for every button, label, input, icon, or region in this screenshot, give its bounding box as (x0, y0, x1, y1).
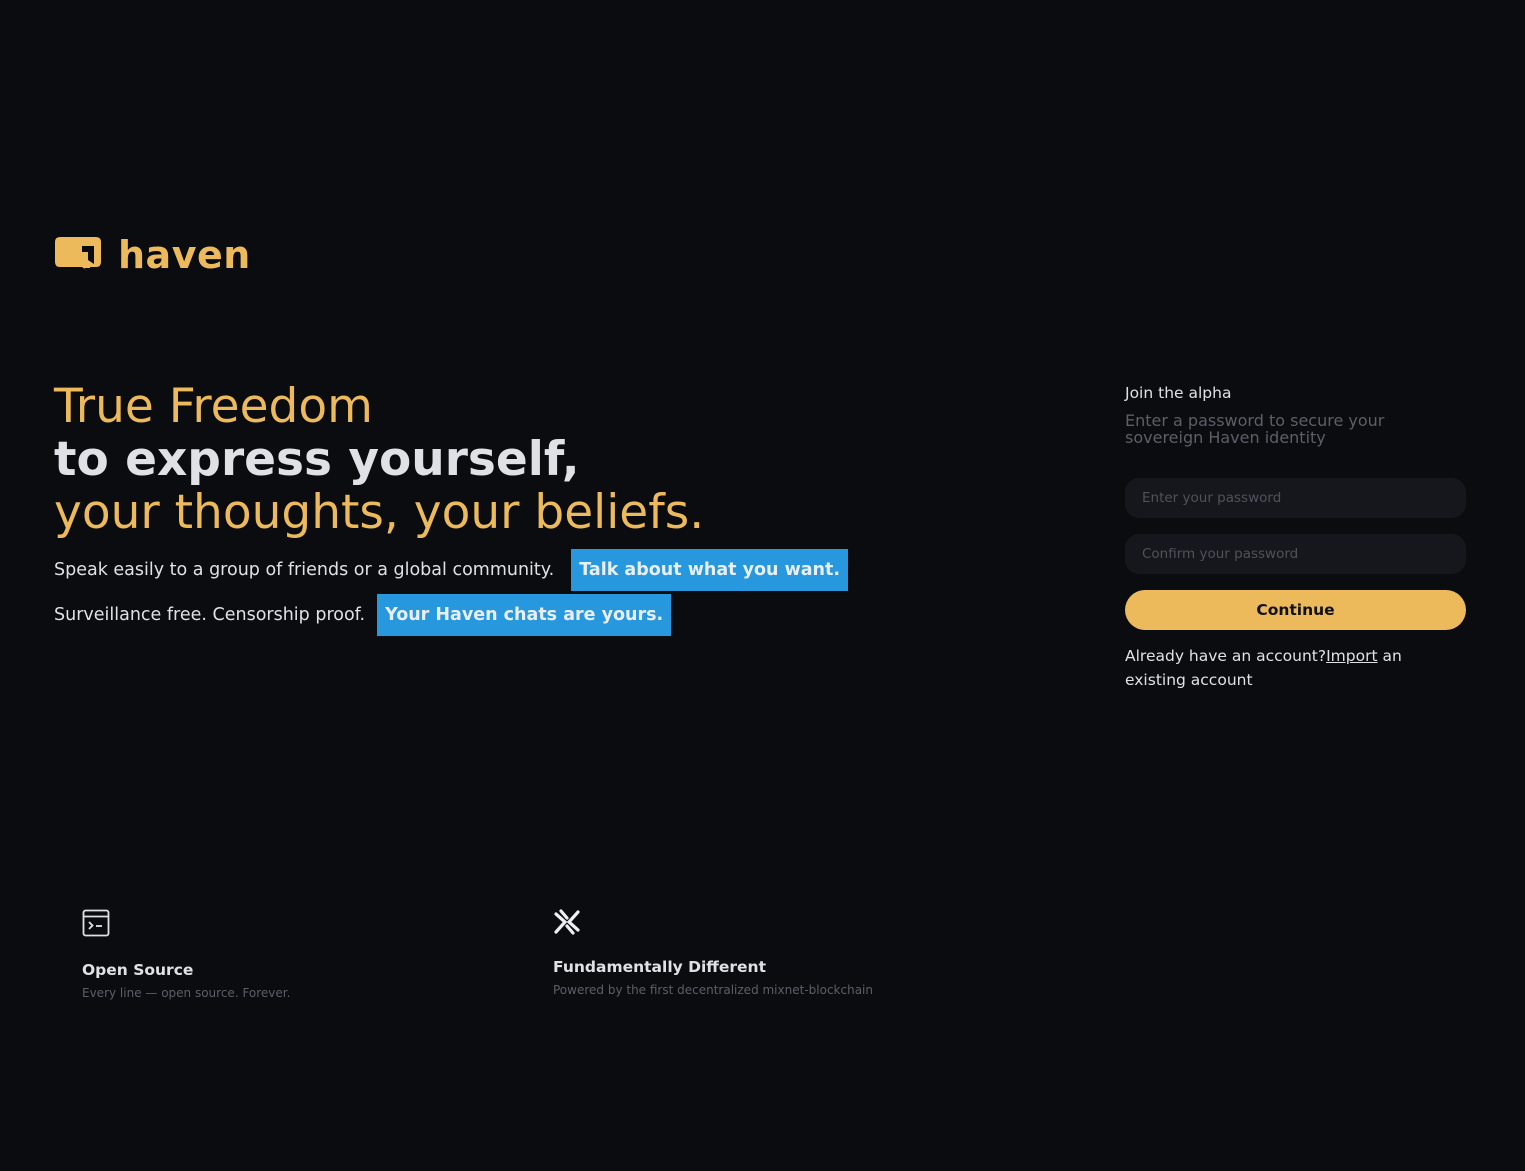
haven-logo-icon (55, 237, 101, 274)
hero-heading: True Freedom to express yourself, your t… (54, 380, 704, 539)
hero-line-1: True Freedom (54, 379, 373, 434)
feature-title: Fundamentally Different (553, 958, 766, 976)
haven-logo[interactable]: haven (54, 234, 251, 276)
tagline-text: Speak easily to a group of friends or a … (54, 560, 555, 580)
import-prefix: Already have an account? (1125, 647, 1327, 665)
tagline-privacy: Surveillance free. Censorship proof. You… (54, 594, 672, 636)
signup-form: Join the alpha Enter a password to secur… (1125, 383, 1466, 689)
terminal-icon (82, 909, 110, 937)
signup-title: Join the alpha (1125, 384, 1232, 402)
continue-button[interactable]: Continue (1125, 590, 1466, 630)
password-input[interactable] (1125, 478, 1466, 518)
tagline-text: Surveillance free. Censorship proof. (54, 605, 366, 625)
hero-line-2: to express yourself, (54, 432, 580, 487)
tagline-community: Speak easily to a group of friends or a … (54, 549, 849, 591)
brand-name: haven (118, 233, 251, 277)
feature-open-source: Open Source Every line — open source. Fo… (82, 909, 290, 1000)
signup-subtitle: Enter a password to secure your sovereig… (1125, 411, 1385, 447)
feature-title: Open Source (82, 961, 194, 979)
tagline-highlight: Talk about what you want. (571, 549, 849, 591)
tagline-highlight: Your Haven chats are yours. (377, 594, 672, 636)
import-account-row: Already have an account?Import an existi… (1125, 644, 1466, 692)
feature-description: Every line — open source. Forever. (82, 986, 291, 1000)
hero-line-3: your thoughts, your beliefs. (54, 485, 705, 540)
feature-different: Fundamentally Different Powered by the f… (553, 908, 873, 997)
feature-description: Powered by the first decentralized mixne… (553, 983, 873, 997)
landing-page: haven True Freedom to express yourself, … (0, 0, 1525, 1171)
import-link[interactable]: Import (1326, 647, 1377, 665)
confirm-password-input[interactable] (1125, 534, 1466, 574)
mixnet-icon (554, 909, 580, 935)
